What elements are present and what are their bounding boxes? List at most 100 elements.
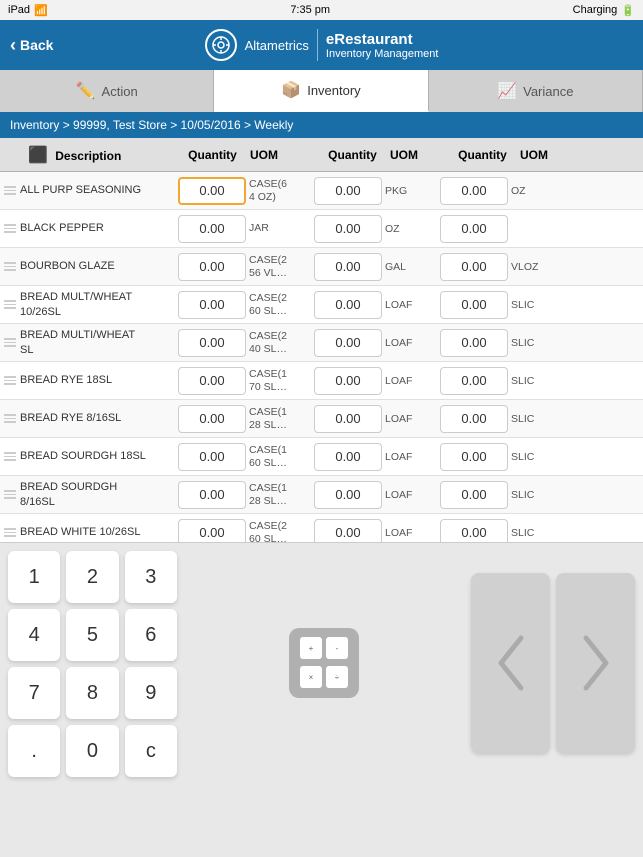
col-header-uom1: UOM <box>250 148 315 162</box>
qty2-input[interactable] <box>314 215 382 243</box>
back-chevron-icon: ‹ <box>10 35 16 56</box>
qty3-input[interactable] <box>440 443 508 471</box>
tab-inventory[interactable]: 📦 Inventory <box>214 70 428 112</box>
handle-line <box>4 421 16 423</box>
numpad-button-.[interactable]: . <box>8 725 60 777</box>
numpad-button-4[interactable]: 4 <box>8 609 60 661</box>
qty1-input[interactable] <box>178 215 246 243</box>
row-handle <box>0 262 20 271</box>
numpad-button-c[interactable]: c <box>125 725 177 777</box>
qty2-input[interactable] <box>314 405 382 433</box>
handle-line <box>4 307 16 309</box>
qty1-input[interactable] <box>178 177 246 205</box>
numpad-button-1[interactable]: 1 <box>8 551 60 603</box>
qty3-input[interactable] <box>440 215 508 243</box>
status-bar: iPad 📶 7:35 pm Charging 🔋 <box>0 0 643 20</box>
row-handle <box>0 186 20 195</box>
qty1-input[interactable] <box>178 405 246 433</box>
row-description: BREAD MULTI/WHEAT SL <box>20 328 175 357</box>
qty1-input[interactable] <box>178 253 246 281</box>
qty3-input[interactable] <box>440 329 508 357</box>
uom2-text: LOAF <box>385 413 437 425</box>
numpad-button-2[interactable]: 2 <box>66 551 118 603</box>
handle-line <box>4 414 16 416</box>
qty1-input[interactable] <box>178 367 246 395</box>
qty2-input[interactable] <box>314 443 382 471</box>
uom1-text: JAR <box>249 222 311 235</box>
numpad-button-0[interactable]: 0 <box>66 725 118 777</box>
uom1-text: CASE(2 60 SL… <box>249 292 311 317</box>
tab-variance[interactable]: 📈 Variance <box>429 70 643 112</box>
qty2-input[interactable] <box>314 177 382 205</box>
numpad-button-3[interactable]: 3 <box>125 551 177 603</box>
qty3-input[interactable] <box>440 177 508 205</box>
qty2-input[interactable] <box>314 291 382 319</box>
back-button[interactable]: ‹ Back <box>10 35 90 56</box>
row-description: ALL PURP SEASONING <box>20 183 175 197</box>
calculator-icon[interactable]: + - × ÷ <box>289 628 359 698</box>
numpad-button-5[interactable]: 5 <box>66 609 118 661</box>
row-description: BREAD SOURDGH 8/16SL <box>20 480 175 509</box>
uom2-text: OZ <box>385 223 437 235</box>
qty2-input[interactable] <box>314 329 382 357</box>
box-icon: 📦 <box>281 80 301 100</box>
uom3-text: SLIC <box>511 527 643 539</box>
header-center: Altametrics eRestaurant Inventory Manage… <box>90 29 553 61</box>
tab-action[interactable]: ✏️ Action <box>0 70 214 112</box>
calc-cell-4: ÷ <box>326 666 348 688</box>
col-header-description: ⬛ Description <box>0 145 175 165</box>
qty3-input[interactable] <box>440 291 508 319</box>
qty3-input[interactable] <box>440 519 508 543</box>
qty1-input[interactable] <box>178 443 246 471</box>
uom1-text: CASE(6 4 OZ) <box>249 178 311 203</box>
uom3-text: SLIC <box>511 337 643 349</box>
qty2-input[interactable] <box>314 367 382 395</box>
numpad-button-8[interactable]: 8 <box>66 667 118 719</box>
uom1-text: CASE(1 70 SL… <box>249 368 311 393</box>
table-header: ⬛ Description Quantity UOM Quantity UOM … <box>0 138 643 172</box>
uom3-text: SLIC <box>511 413 643 425</box>
qty1-input[interactable] <box>178 291 246 319</box>
qty1-input[interactable] <box>178 519 246 543</box>
next-arrow-button[interactable] <box>556 573 635 753</box>
qty3-input[interactable] <box>440 367 508 395</box>
handle-line <box>4 383 16 385</box>
handle-line <box>4 535 16 537</box>
brand-name: Altametrics <box>245 38 309 53</box>
wifi-icon: 📶 <box>34 4 48 17</box>
col-header-qty1: Quantity <box>175 148 250 162</box>
qty3-input[interactable] <box>440 481 508 509</box>
tab-bar: ✏️ Action 📦 Inventory 📈 Variance <box>0 70 643 112</box>
breadcrumb: Inventory > 99999, Test Store > 10/05/20… <box>0 112 643 138</box>
col-desc-label: Description <box>55 149 121 163</box>
table-row: BREAD SOURDGH 8/16SL CASE(1 28 SL… LOAF … <box>0 476 643 514</box>
uom1-text: CASE(1 60 SL… <box>249 444 311 469</box>
chart-icon: 📈 <box>497 81 517 101</box>
altametrics-logo <box>205 29 237 61</box>
qty2-input[interactable] <box>314 481 382 509</box>
inventory-table: ALL PURP SEASONING CASE(6 4 OZ) PKG OZ B… <box>0 172 643 542</box>
row-handle <box>0 376 20 385</box>
numpad-button-7[interactable]: 7 <box>8 667 60 719</box>
qty2-input[interactable] <box>314 519 382 543</box>
uom3-text: SLIC <box>511 299 643 311</box>
uom2-text: LOAF <box>385 375 437 387</box>
uom2-text: LOAF <box>385 451 437 463</box>
qty1-input[interactable] <box>178 329 246 357</box>
prev-arrow-button[interactable] <box>471 573 550 753</box>
handle-line <box>4 376 16 378</box>
tab-action-label: Action <box>102 84 138 99</box>
qty1-input[interactable] <box>178 481 246 509</box>
numpad-button-9[interactable]: 9 <box>125 667 177 719</box>
breadcrumb-text: Inventory > 99999, Test Store > 10/05/20… <box>10 118 293 132</box>
uom3-text: SLIC <box>511 375 643 387</box>
handle-line <box>4 452 16 454</box>
col-header-uom2: UOM <box>390 148 445 162</box>
row-description: BLACK PEPPER <box>20 221 175 235</box>
qty2-input[interactable] <box>314 253 382 281</box>
qty3-input[interactable] <box>440 253 508 281</box>
numpad-button-6[interactable]: 6 <box>125 609 177 661</box>
table-row: BREAD MULT/WHEAT 10/26SL CASE(2 60 SL… L… <box>0 286 643 324</box>
qty3-input[interactable] <box>440 405 508 433</box>
tab-inventory-label: Inventory <box>307 83 360 98</box>
